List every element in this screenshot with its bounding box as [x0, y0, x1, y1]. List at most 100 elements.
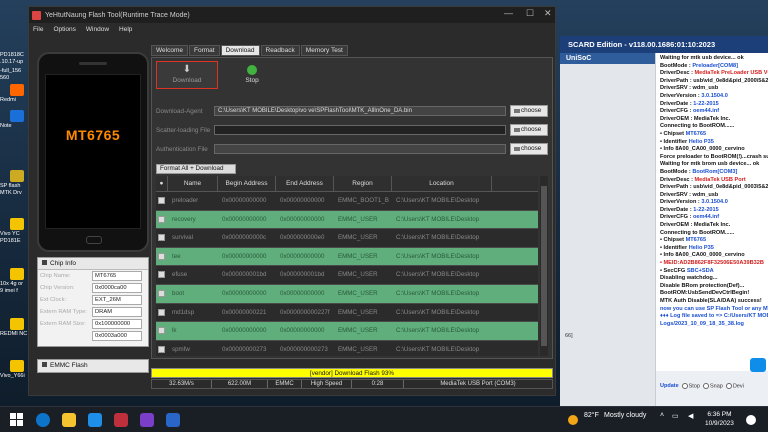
log-line: Connecting to BootROM......	[660, 229, 735, 236]
table-scrollbar[interactable]	[540, 176, 548, 356]
row-checkbox[interactable]	[158, 327, 165, 335]
scatter-row: Scatter-loading File choose	[156, 124, 548, 136]
file-icon	[10, 360, 24, 372]
desktop-icon[interactable]: SP flash MTK Drv	[0, 170, 30, 197]
tray-chevron-icon[interactable]: ˄	[660, 412, 664, 419]
log-line: DriverSRV : wdm_usb	[660, 191, 719, 198]
table-row[interactable]: tee 0x00000000000 0x00000000000 EMMC_USER C:…	[156, 247, 538, 267]
table-row[interactable]: survival 0x0000000000c 0x000000000e0 EMMC_U…	[156, 229, 538, 248]
log-line: Force preloader to BootROM(!)...crash su…	[660, 153, 768, 160]
log-line: BootMode : Preloader[COM8]	[660, 62, 739, 69]
select-all-icon[interactable]: ●	[156, 176, 168, 191]
menu-window[interactable]: Window	[86, 26, 109, 33]
tab-memory-test[interactable]: Memory Test	[300, 45, 348, 56]
table-cell: 0x00000000000	[222, 197, 267, 204]
row-checkbox[interactable]	[158, 271, 165, 279]
format-mode-select[interactable]: Format All + Download	[156, 164, 236, 174]
file-explorer-icon[interactable]	[62, 413, 76, 427]
progress-bar: [vendor] Download Flash 93%	[151, 368, 553, 378]
log-line: DriverDate : 1-22-2015	[660, 100, 719, 107]
teamviewer-icon[interactable]	[750, 358, 766, 372]
desktop-icon[interactable]: PD1818C .10.17-up	[0, 52, 30, 66]
close-icon[interactable]: ✕	[544, 8, 552, 19]
chip-info-row: Extern RAM Size: 0x100000000	[38, 318, 148, 330]
log-line: DriverCFG : oem44.inf	[660, 214, 720, 221]
row-checkbox[interactable]	[158, 345, 165, 353]
clock[interactable]: 6:36 PM 10/9/2023	[705, 410, 734, 428]
chip-info-header[interactable]: Chip Info	[38, 258, 148, 270]
file-icon	[10, 170, 24, 182]
desktop-icon[interactable]: Note	[0, 110, 30, 130]
teamviewer-taskbar-icon[interactable]	[88, 413, 102, 427]
menu-help[interactable]: Help	[119, 26, 132, 33]
window-title: YeHtutNaung Flash Tool(Runtime Trace Mod…	[45, 11, 190, 19]
row-checkbox[interactable]	[158, 234, 165, 242]
desktop-icon[interactable]: Redmi	[0, 84, 30, 104]
edge-icon[interactable]	[36, 413, 50, 427]
log-line: DriverVersion : 3.0.1504.0	[660, 199, 728, 206]
desktop-icon[interactable]: Vivo YC PD181E	[0, 218, 30, 245]
volume-icon[interactable]: ◀	[688, 412, 693, 420]
table-row[interactable]: boot 0x00000000000 0x00000000000 EMMC_USER C…	[156, 284, 538, 304]
auth-row: Authentication File choose	[156, 143, 548, 155]
weather-temp[interactable]: 82°F	[584, 412, 599, 419]
choose-scatter-button[interactable]: choose	[510, 124, 548, 136]
desktop-icon[interactable]: Vivo_Y66i	[0, 360, 30, 380]
row-checkbox[interactable]	[158, 197, 165, 204]
choose-auth-button[interactable]: choose	[510, 143, 548, 155]
desktop-icon[interactable]: -full_156 560	[0, 68, 30, 82]
table-row[interactable]: preloader 0x00000000000 0x00000000000 EMMC_…	[156, 192, 538, 211]
log-line: DriverCFG : oem44.inf	[660, 108, 720, 115]
tab-download[interactable]: Download	[220, 45, 260, 56]
table-row[interactable]: lk 0x00000000000 0x00000000000 EMMC_USER C:\…	[156, 322, 538, 341]
table-cell: EMMC_USER	[338, 215, 378, 223]
unisoc-header[interactable]: UniSoC	[560, 53, 655, 64]
download-button[interactable]: ⬇ Download	[156, 61, 218, 89]
tab-welcome[interactable]: Welcome	[151, 45, 188, 56]
device-radio[interactable]: Devi	[725, 382, 744, 389]
tab-readback[interactable]: Readback	[260, 45, 300, 56]
desktop-icon[interactable]: 10x 4g or 9 imei f	[0, 268, 30, 295]
table-row[interactable]: efuse 0x000000001bd 0x000000001bd EMMC_USER…	[156, 266, 538, 285]
app-taskbar-icon[interactable]	[114, 413, 128, 427]
log-line: Waiting for mtk brom usb device... ok	[660, 161, 760, 168]
table-cell: 0x00000000000	[222, 215, 267, 223]
bottom-controls: Update Stop Snap Devi	[656, 379, 768, 393]
log-line: DriverPath : usb\vid_0e8d&pid_2000\5&2	[660, 77, 768, 84]
phone-illustration: MT6765	[37, 52, 149, 252]
stop-button[interactable]: Stop	[232, 61, 272, 89]
choose-agent-button[interactable]: choose	[510, 105, 548, 117]
desktop-icon[interactable]: REDMI NC	[0, 318, 30, 338]
app2-taskbar-icon[interactable]	[140, 413, 154, 427]
log-line: • Chipset MT6765	[660, 237, 707, 244]
table-cell: C:\Users\KT MOBILE\Desktop	[396, 234, 480, 242]
row-checkbox[interactable]	[158, 308, 165, 316]
table-cell: 0x00000000273	[222, 345, 267, 353]
table-row[interactable]: recovery 0x00000000000 0x00000000000 EMMC_U…	[156, 210, 538, 230]
log-line: DriverOEM : MediaTek Inc.	[660, 115, 731, 122]
network-icon[interactable]: ▭	[672, 412, 679, 420]
notification-icon[interactable]	[746, 415, 756, 425]
row-checkbox[interactable]	[158, 252, 165, 260]
maximize-icon[interactable]: ☐	[526, 8, 534, 19]
stop-radio[interactable]: Stop	[681, 382, 700, 389]
menu-options[interactable]: Options	[53, 26, 75, 33]
table-row[interactable]: md1dsp 0x00000000221 0x000000000227f EMMC_U…	[156, 303, 538, 323]
update-button[interactable]: Update	[660, 383, 679, 389]
tab-format[interactable]: Format	[188, 45, 220, 56]
minimize-icon[interactable]: —	[504, 8, 513, 18]
table-cell: survival	[172, 234, 193, 242]
start-icon[interactable]	[10, 413, 24, 427]
auth-field[interactable]	[214, 144, 506, 154]
download-agent-field[interactable]: C:\Users\KT MOBILE\Desktop\vo ve\SPFlash…	[214, 106, 506, 116]
table-row[interactable]: spmfw 0x00000000273 0x000000000273 EMMC_USE…	[156, 340, 538, 356]
row-checkbox[interactable]	[158, 289, 165, 297]
emmc-flash-panel[interactable]: EMMC Flash	[37, 359, 149, 373]
scatter-field[interactable]	[214, 125, 506, 135]
menu-file[interactable]: File	[33, 26, 43, 33]
phone-model: MT6765	[65, 127, 121, 143]
row-checkbox[interactable]	[158, 215, 165, 223]
app3-taskbar-icon[interactable]	[166, 413, 180, 427]
weather-text[interactable]: Mostly cloudy	[604, 412, 646, 419]
snap-radio[interactable]: Snap	[702, 382, 723, 389]
